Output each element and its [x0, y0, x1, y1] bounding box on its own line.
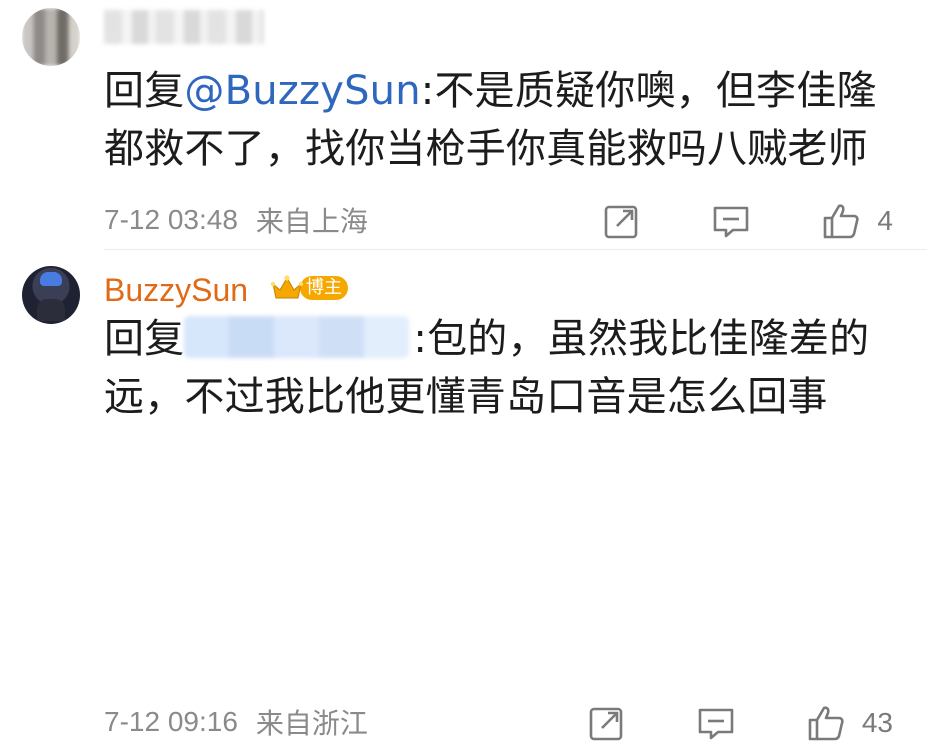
blurred-mention[interactable]: [184, 316, 410, 358]
comment-time: 7-12 03:48: [104, 204, 238, 235]
mention-link[interactable]: @BuzzySun: [184, 68, 420, 114]
share-button[interactable]: [588, 704, 626, 742]
share-icon: [605, 205, 638, 239]
like-count: 4: [877, 205, 893, 236]
like-button[interactable]: 43: [806, 704, 893, 742]
like-button[interactable]: 4: [821, 202, 893, 240]
comment-button[interactable]: [696, 704, 736, 742]
comment-item: 回复@BuzzySun:不是质疑你噢，但李佳隆都救不了，找你当枪手你真能救吗八贼…: [0, 0, 927, 250]
comment-button[interactable]: [711, 202, 751, 240]
share-icon: [589, 707, 623, 741]
comment-actions: 43: [518, 700, 893, 746]
comment-actions: 4: [533, 198, 893, 244]
comment-icon: [698, 708, 734, 740]
comment-text: 回复:包的，虽然我比佳隆差的远，不过我比他更懂青岛口音是怎么回事: [104, 310, 887, 426]
like-icon: [808, 706, 844, 741]
comment-location: 来自上海: [255, 205, 368, 238]
reply-prefix: 回复: [104, 68, 185, 114]
comment-icon: [714, 206, 749, 238]
comment-location: 来自浙江: [255, 707, 368, 740]
author-badge: 博主: [270, 272, 348, 304]
blurred-username: [104, 10, 264, 44]
badge-label: 博主: [300, 276, 348, 300]
reply-prefix: 回复: [104, 316, 185, 362]
like-icon: [824, 204, 860, 239]
avatar[interactable]: [22, 266, 80, 324]
avatar[interactable]: [22, 8, 80, 66]
comment-time: 7-12 09:16: [104, 706, 238, 737]
share-button[interactable]: [603, 202, 641, 240]
blurred-avatar: [22, 8, 80, 66]
crown-badge-icon: [270, 272, 304, 304]
username[interactable]: BuzzySun: [104, 270, 248, 310]
like-count: 43: [861, 707, 893, 738]
user-avatar: [22, 266, 80, 324]
comment-text: 回复@BuzzySun:不是质疑你噢，但李佳隆都救不了，找你当枪手你真能救吗八贼…: [104, 62, 887, 178]
comment-item: BuzzySun 博主 回复:包的，虽然我比佳隆差的远，不过我比他更懂青岛口音是…: [0, 250, 927, 741]
